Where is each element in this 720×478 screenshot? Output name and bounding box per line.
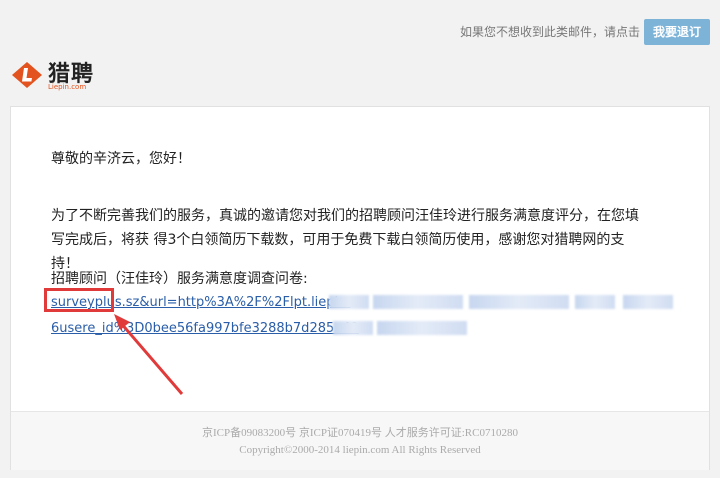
- redacted-link-segment: [623, 295, 673, 309]
- redacted-link-segment: [329, 295, 369, 309]
- redacted-link-segment: [575, 295, 615, 309]
- redacted-link-segment: [373, 295, 463, 309]
- email-topbar: 如果您不想收到此类邮件，请点击 我要退订: [0, 0, 720, 64]
- footer-icp: 京ICP备09083200号 京ICP证070419号 人才服务许可证:RC07…: [202, 427, 518, 439]
- redacted-link-segment: [333, 321, 373, 335]
- email-footer: 京ICP备09083200号 京ICP证070419号 人才服务许可证:RC07…: [11, 411, 709, 470]
- redacted-link-segment: [469, 295, 569, 309]
- redacted-link-segment: [377, 321, 467, 335]
- footer-copyright: Copyright©2000-2014 liepin.com All Right…: [239, 444, 481, 456]
- annotation-highlight-box: [44, 288, 114, 312]
- invitation-paragraph: 为了不断完善我们的服务，真诚的邀请您对我们的招聘顾问汪佳玲进行服务满意度评分，在…: [51, 208, 639, 272]
- unsubscribe-notice: 如果您不想收到此类邮件，请点击: [459, 25, 640, 39]
- annotation-arrow-icon: [114, 314, 184, 395]
- liepin-logo-icon: [12, 62, 42, 88]
- survey-link-line2[interactable]: 6usere_id%3D0bee56fa997bfe3288b7d285e49: [51, 317, 359, 341]
- email-card: 尊敬的辛济云，您好！ 为了不断完善我们的服务，真诚的邀请您对我们的招聘顾问汪佳玲…: [10, 106, 710, 470]
- logo-text-en: Liepin.com: [48, 83, 87, 91]
- greeting: 尊敬的辛济云，您好！: [51, 151, 191, 167]
- liepin-logo[interactable]: 猎聘 Liepin.com: [10, 58, 94, 92]
- unsubscribe-button[interactable]: 我要退订: [644, 19, 710, 45]
